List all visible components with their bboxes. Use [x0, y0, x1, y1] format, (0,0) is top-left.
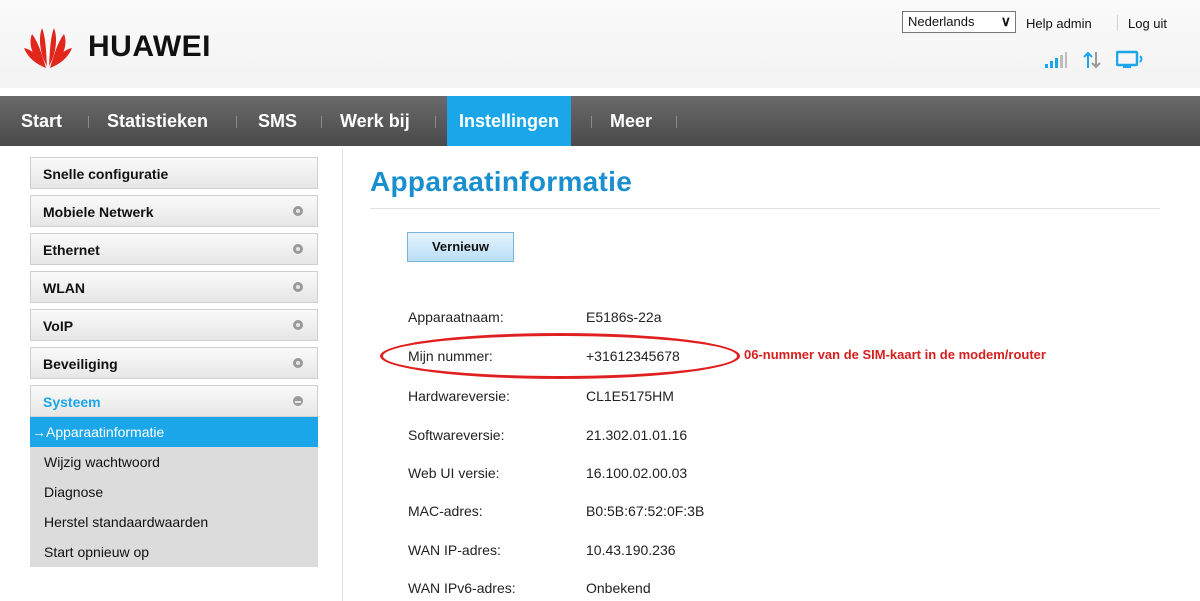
- nav-item-instellingen[interactable]: Instellingen: [447, 96, 572, 146]
- hardware-version-value: CL1E5175HM: [586, 388, 674, 404]
- help-link[interactable]: Help admin: [1026, 16, 1092, 31]
- mac-address-label: MAC-adres:: [408, 503, 483, 519]
- sidebar-item-label: WLAN: [43, 280, 85, 296]
- language-select-value: Nederlands: [908, 14, 975, 29]
- content-divider: [342, 148, 343, 601]
- language-select[interactable]: Nederlands ∨: [902, 11, 1016, 33]
- huawei-logo-icon: [24, 28, 72, 68]
- wan-ip-value: 10.43.190.236: [586, 542, 676, 558]
- data-transfer-icon: [1083, 51, 1101, 69]
- nav-item-meer[interactable]: Meer: [610, 96, 652, 146]
- web-ui-version-value: 16.100.02.00.03: [586, 465, 688, 481]
- chevron-down-icon: ∨: [1000, 13, 1011, 29]
- sidebar-item-beveiliging[interactable]: Beveiliging: [30, 347, 318, 379]
- sidebar-submenu: →Apparaatinformatie Wijzig wachtwoord Di…: [30, 417, 318, 567]
- expand-circle-icon: [293, 320, 303, 330]
- submenu-item-apparaatinformatie[interactable]: →Apparaatinformatie: [30, 417, 318, 447]
- sidebar-item-snelle-configuratie[interactable]: Snelle configuratie: [30, 157, 318, 189]
- expand-circle-icon: [293, 244, 303, 254]
- sidebar-item-systeem[interactable]: Systeem: [30, 385, 318, 417]
- sidebar-item-label: Ethernet: [43, 242, 100, 258]
- main-nav: Start Statistieken SMS Werk bij Instelli…: [0, 96, 1200, 146]
- nav-divider: [321, 116, 322, 128]
- sidebar-item-label: Beveiliging: [43, 356, 118, 372]
- software-version-label: Softwareversie:: [408, 427, 505, 443]
- wan-ipv6-label: WAN IPv6-adres:: [408, 580, 516, 596]
- collapse-circle-icon: [293, 396, 303, 406]
- nav-divider: [591, 116, 592, 128]
- submenu-item-start-opnieuw-op[interactable]: Start opnieuw op: [30, 537, 318, 567]
- expand-circle-icon: [293, 206, 303, 216]
- nav-item-sms[interactable]: SMS: [258, 96, 297, 146]
- nav-divider: [88, 116, 89, 128]
- expand-circle-icon: [293, 282, 303, 292]
- submenu-item-wijzig-wachtwoord[interactable]: Wijzig wachtwoord: [30, 447, 318, 477]
- sidebar-item-label: VoIP: [43, 318, 74, 334]
- logo[interactable]: HUAWEI: [18, 24, 211, 70]
- submenu-item-diagnose[interactable]: Diagnose: [30, 477, 318, 507]
- sidebar: Snelle configuratie Mobiele Netwerk Ethe…: [30, 157, 318, 567]
- nav-divider: [236, 116, 237, 128]
- nav-item-statistieken[interactable]: Statistieken: [107, 96, 208, 146]
- sidebar-item-label: Systeem: [43, 394, 101, 410]
- signal-strength-icon: [1045, 52, 1067, 68]
- sidebar-item-label: Snelle configuratie: [43, 166, 169, 182]
- sidebar-item-label: Mobiele Netwerk: [43, 204, 154, 220]
- highlight-ellipse: [380, 333, 740, 379]
- status-icons: [1044, 50, 1146, 70]
- device-name-label: Apparaatnaam:: [408, 309, 504, 325]
- hardware-version-label: Hardwareversie:: [408, 388, 510, 404]
- nav-divider: [676, 116, 677, 128]
- expand-circle-icon: [293, 358, 303, 368]
- logout-link[interactable]: Log uit: [1128, 16, 1167, 31]
- title-underline: [370, 208, 1160, 209]
- web-ui-version-label: Web UI versie:: [408, 465, 500, 481]
- nav-divider: [435, 116, 436, 128]
- sidebar-item-mobiele-netwerk[interactable]: Mobiele Netwerk: [30, 195, 318, 227]
- software-version-value: 21.302.01.01.16: [586, 427, 688, 443]
- submenu-item-herstel-standaardwaarden[interactable]: Herstel standaardwaarden: [30, 507, 318, 537]
- nav-item-start[interactable]: Start: [21, 96, 62, 146]
- header-divider: [1117, 15, 1118, 31]
- refresh-button[interactable]: Vernieuw: [407, 232, 514, 262]
- arrow-right-icon: →: [32, 424, 46, 440]
- annotation-text: 06-nummer van de SIM-kaart in de modem/r…: [744, 347, 1046, 362]
- device-name-value: E5186s-22a: [586, 309, 662, 325]
- header: HUAWEI Nederlands ∨ Help admin Log uit: [0, 0, 1200, 88]
- sidebar-item-voip[interactable]: VoIP: [30, 309, 318, 341]
- connection-monitor-icon: [1116, 50, 1143, 68]
- nav-item-werk-bij[interactable]: Werk bij: [340, 96, 410, 146]
- wan-ipv6-value: Onbekend: [586, 580, 651, 596]
- mac-address-value: B0:5B:67:52:0F:3B: [586, 503, 705, 519]
- brand-name: HUAWEI: [88, 30, 211, 63]
- sidebar-item-ethernet[interactable]: Ethernet: [30, 233, 318, 265]
- sidebar-item-wlan[interactable]: WLAN: [30, 271, 318, 303]
- page-title: Apparaatinformatie: [370, 166, 633, 197]
- submenu-item-label: Apparaatinformatie: [46, 424, 165, 440]
- wan-ip-label: WAN IP-adres:: [408, 542, 501, 558]
